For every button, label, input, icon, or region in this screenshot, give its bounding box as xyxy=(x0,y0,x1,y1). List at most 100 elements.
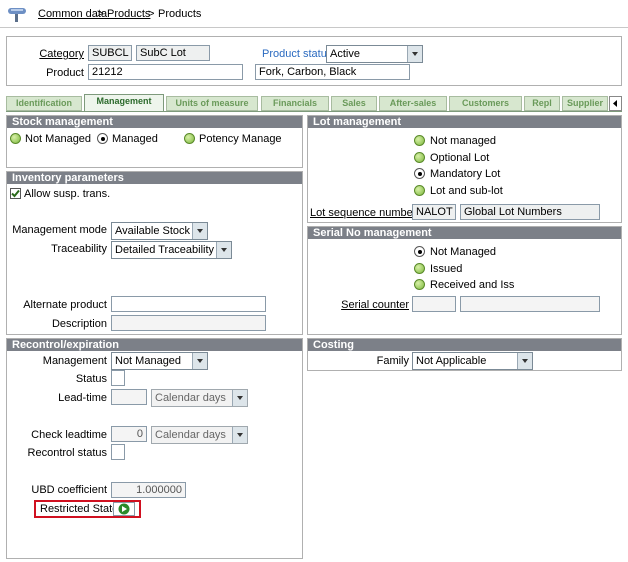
radio-mandatory-lot-selected[interactable] xyxy=(414,168,425,179)
chevron-down-icon[interactable] xyxy=(192,353,207,369)
traceability-select[interactable]: Detailed Traceability xyxy=(111,241,232,259)
check-leadtime-field: 0 xyxy=(111,426,147,442)
chevron-down-icon xyxy=(232,427,247,443)
check-leadtime-unit-select: Calendar days xyxy=(151,426,248,444)
panel-title: Lot management xyxy=(308,116,621,128)
radio-issued[interactable] xyxy=(414,263,425,274)
ubd-coefficient-field: 1.000000 xyxy=(111,482,186,498)
chevron-down-icon[interactable] xyxy=(192,223,207,239)
radio-lot-not-managed[interactable] xyxy=(414,135,425,146)
radio-not-managed[interactable] xyxy=(10,133,21,144)
radio-optional-lot[interactable] xyxy=(414,152,425,163)
radio-label: Managed xyxy=(112,133,158,145)
play-icon xyxy=(118,503,130,515)
recontrol-status-label: Recontrol status xyxy=(27,447,107,459)
alternate-product-field[interactable] xyxy=(111,296,266,312)
management-mode-select[interactable]: Available Stock xyxy=(111,222,208,240)
tab-financials[interactable]: Financials xyxy=(261,96,329,111)
tab-customers[interactable]: Customers xyxy=(449,96,522,111)
radio-label: Issued xyxy=(430,263,463,275)
radio-label: Lot and sub-lot xyxy=(430,185,503,197)
chevron-down-icon[interactable] xyxy=(216,242,231,258)
description-label: Description xyxy=(51,318,107,330)
radio-potency-managed[interactable] xyxy=(184,133,195,144)
tab-identification[interactable]: Identification xyxy=(6,96,82,111)
product-code-field[interactable]: 21212 xyxy=(88,64,243,80)
breadcrumb-current: Products xyxy=(158,8,202,20)
tab-strip-line xyxy=(6,111,622,112)
checkmark-icon xyxy=(11,189,20,198)
restricted-state-field[interactable] xyxy=(113,502,135,516)
product-status-value: Active xyxy=(330,48,360,60)
recontrol-management-label: Management xyxy=(42,355,107,367)
recontrol-management-value: Not Managed xyxy=(115,355,182,367)
family-select[interactable]: Not Applicable xyxy=(412,352,533,370)
radio-serial-not-managed-selected[interactable] xyxy=(414,246,425,257)
lead-time-field xyxy=(111,389,147,405)
product-status-label: Product status xyxy=(262,48,333,60)
allow-susp-label: Allow susp. trans. xyxy=(24,188,111,200)
serial-counter-desc-field xyxy=(460,296,600,312)
recontrol-management-select[interactable]: Not Managed xyxy=(111,352,208,370)
product-status-select[interactable]: Active xyxy=(326,45,423,63)
radio-label: Received and Iss xyxy=(430,279,515,291)
product-label: Product xyxy=(46,67,84,79)
category-code-field[interactable]: SUBCL xyxy=(88,45,132,61)
panel-title: Recontrol/expiration xyxy=(7,339,302,351)
breadcrumb-sep: > xyxy=(148,8,155,20)
breadcrumb-sep: > xyxy=(97,8,104,20)
restricted-state-label: Restricted State xyxy=(40,503,119,515)
lot-sequence-code-field[interactable]: NALOT xyxy=(412,204,456,220)
alternate-product-label: Alternate product xyxy=(23,299,107,311)
radio-managed-selected[interactable] xyxy=(97,133,108,144)
serial-counter-code-field xyxy=(412,296,456,312)
traceability-label: Traceability xyxy=(51,243,107,255)
lot-sequence-desc-field: Global Lot Numbers xyxy=(460,204,600,220)
chevron-left-icon xyxy=(613,100,617,107)
tab-supplier[interactable]: Supplier xyxy=(562,96,608,111)
radio-label: Not Managed xyxy=(25,133,92,145)
check-leadtime-unit-value: Calendar days xyxy=(155,429,226,441)
lot-sequence-label[interactable]: Lot sequence number xyxy=(310,207,416,219)
lead-time-unit-select: Calendar days xyxy=(151,389,248,407)
description-field xyxy=(111,315,266,331)
chevron-down-icon xyxy=(232,390,247,406)
radio-received-and-issued[interactable] xyxy=(414,279,425,290)
breadcrumb-products[interactable]: Products xyxy=(107,8,150,20)
tab-after-sales[interactable]: After-sales xyxy=(379,96,447,111)
check-leadtime-label: Check leadtime xyxy=(31,429,107,441)
family-label: Family xyxy=(376,355,409,367)
radio-label: Potency Manage xyxy=(199,133,282,145)
tab-units-of-measure[interactable]: Units of measure xyxy=(166,96,258,111)
chevron-down-icon[interactable] xyxy=(407,46,422,62)
family-value: Not Applicable xyxy=(416,355,487,367)
ubd-coefficient-label: UBD coefficient xyxy=(31,484,107,496)
management-mode-value: Available Stock xyxy=(115,225,191,237)
product-desc-field[interactable]: Fork, Carbon, Black xyxy=(255,64,410,80)
tab-management[interactable]: Management xyxy=(84,94,164,112)
tab-sales[interactable]: Sales xyxy=(331,96,377,111)
radio-label: Mandatory Lot xyxy=(430,168,501,180)
radio-lot-and-sublot[interactable] xyxy=(414,185,425,196)
lead-time-unit-value: Calendar days xyxy=(155,392,226,404)
tab-repl[interactable]: Repl xyxy=(524,96,560,111)
chevron-down-icon[interactable] xyxy=(517,353,532,369)
signpost-icon[interactable] xyxy=(6,6,28,22)
status-label: Status xyxy=(75,373,107,385)
panel-title: Inventory parameters xyxy=(7,172,302,184)
radio-label: Not Managed xyxy=(430,246,497,258)
category-desc-field: SubC Lot xyxy=(136,45,210,61)
management-mode-label: Management mode xyxy=(12,224,107,236)
recontrol-status-field[interactable] xyxy=(111,444,125,460)
allow-susp-checkbox[interactable] xyxy=(10,188,21,199)
category-label[interactable]: Category xyxy=(30,48,84,60)
traceability-value: Detailed Traceability xyxy=(115,244,215,256)
lead-time-label: Lead-time xyxy=(58,392,107,404)
tab-scroll-left-button[interactable] xyxy=(609,96,622,111)
panel-title: Costing xyxy=(308,339,621,351)
serial-counter-label[interactable]: Serial counter xyxy=(310,299,409,311)
panel-title: Stock management xyxy=(7,116,302,128)
radio-label: Optional Lot xyxy=(430,152,490,164)
status-field[interactable] xyxy=(111,370,125,386)
panel-title: Serial No management xyxy=(308,227,621,239)
